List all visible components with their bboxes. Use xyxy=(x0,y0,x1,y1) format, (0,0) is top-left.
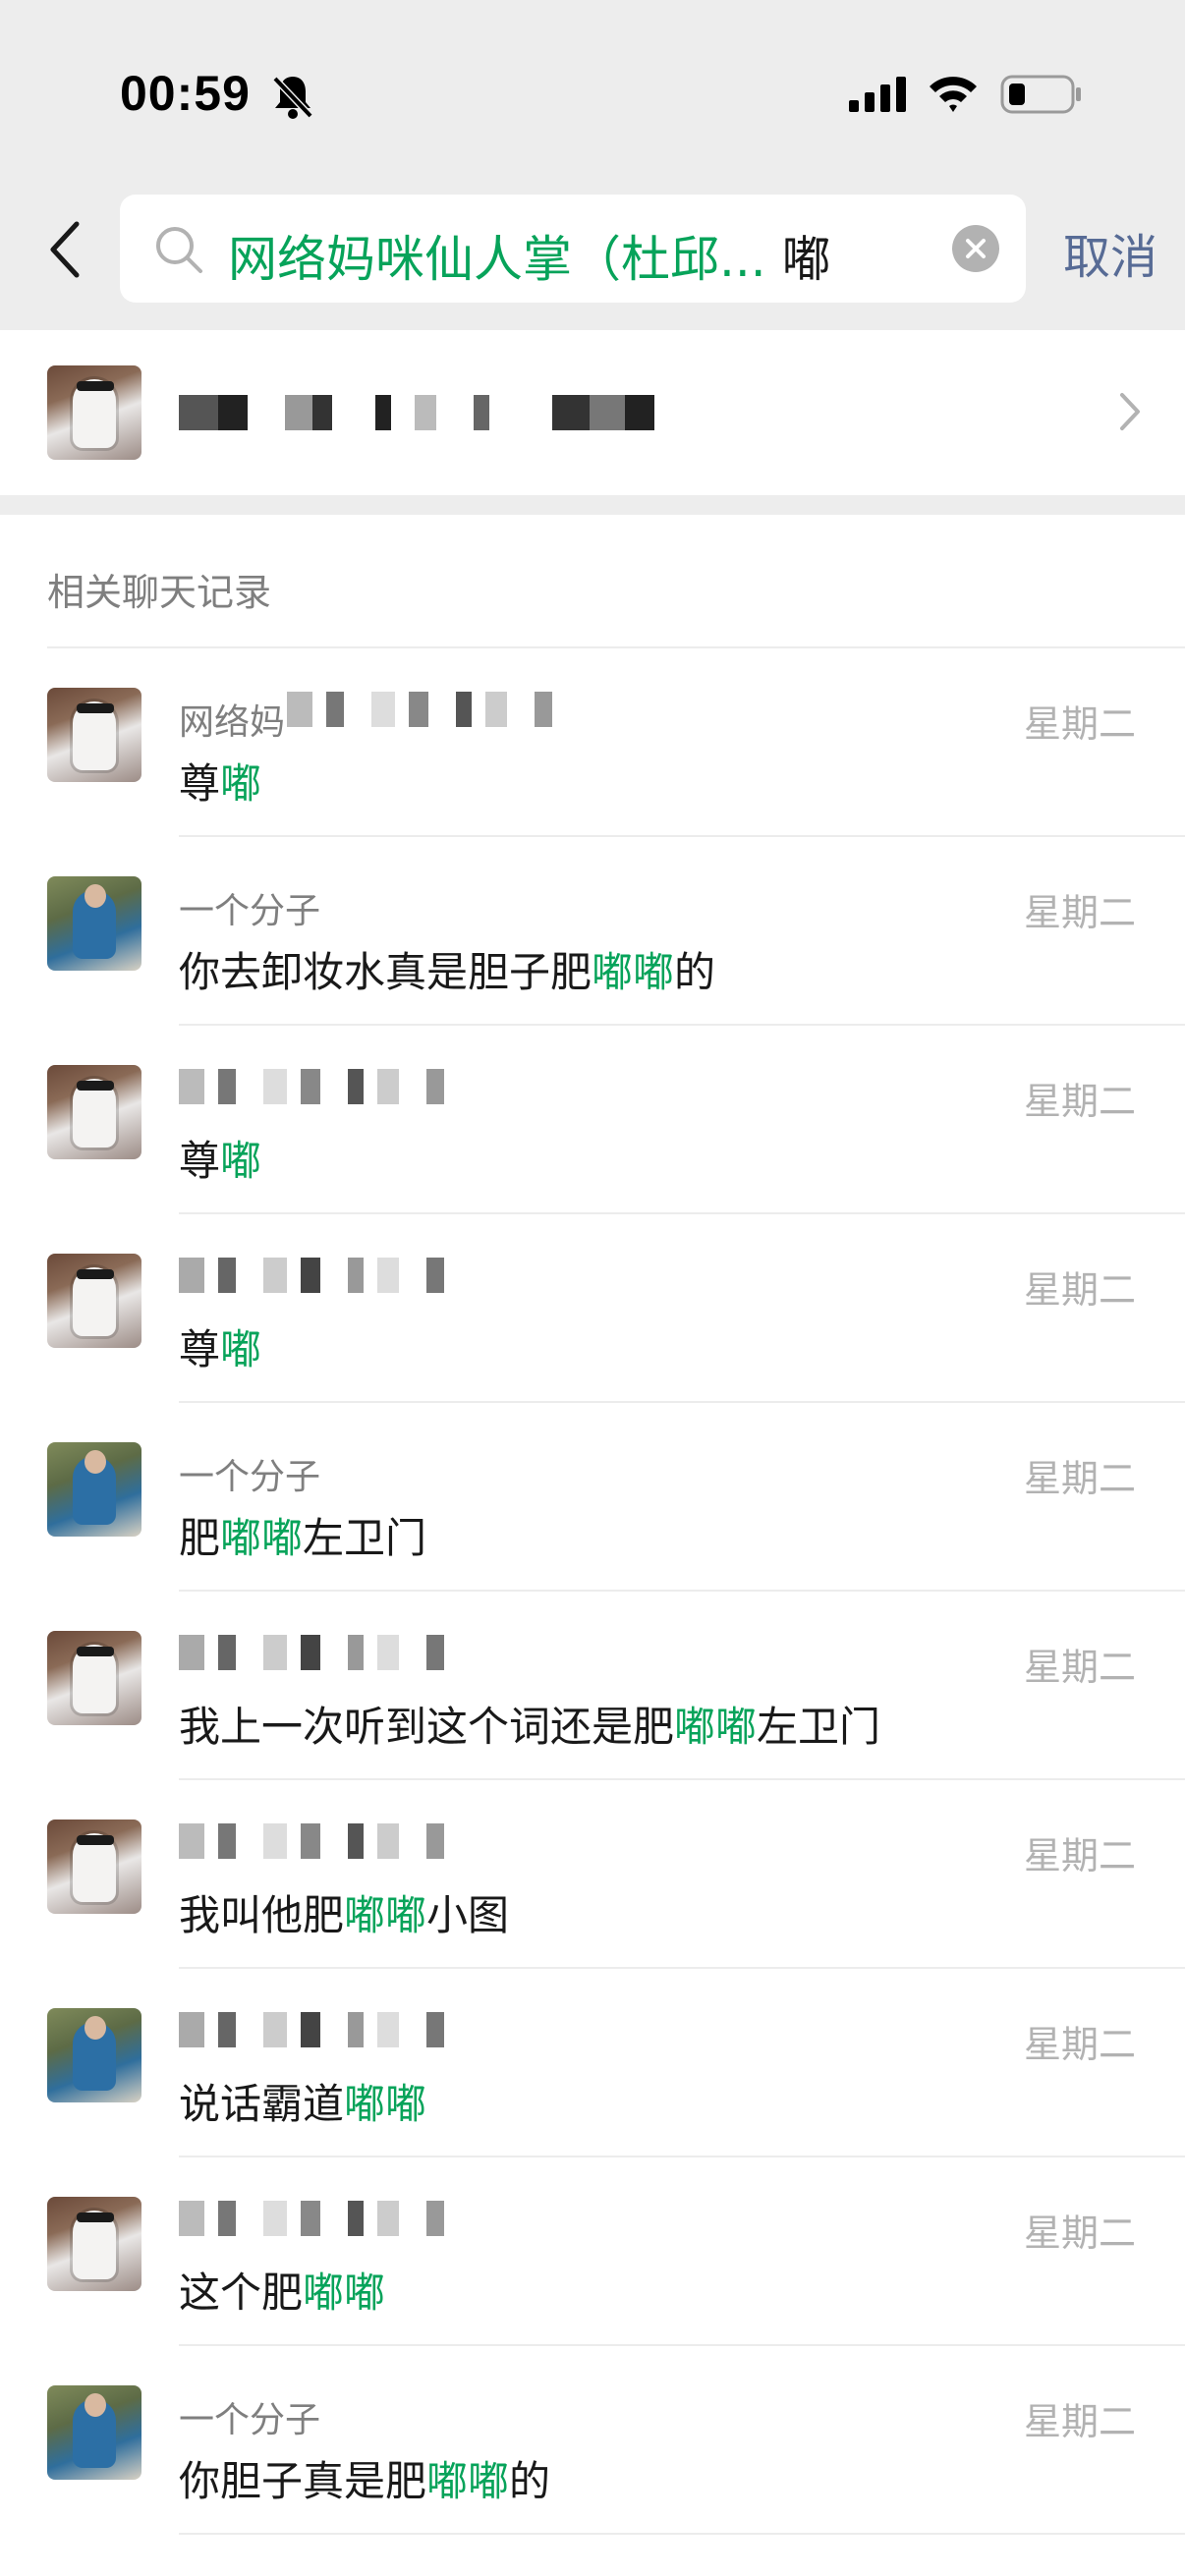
snippet-text: 尊 xyxy=(179,1137,221,1185)
chat-record-row[interactable]: 星期二说话霸道嘟嘟 xyxy=(0,1969,1185,2157)
message-date: 星期二 xyxy=(1023,1457,1136,1500)
message-snippet: 肥嘟嘟左卫门 xyxy=(179,1505,426,1565)
message-snippet: 我叫他肥嘟嘟小图 xyxy=(179,1882,509,1942)
back-chevron-icon[interactable] xyxy=(47,218,86,281)
message-snippet: 尊嘟 xyxy=(179,1316,261,1376)
snippet-keyword-highlight: 嘟 xyxy=(220,1137,262,1185)
snippet-keyword-highlight: 嘟 xyxy=(220,759,262,808)
status-bar: 00:59 xyxy=(0,0,1185,187)
message-date: 星期二 xyxy=(1023,2400,1136,2443)
cancel-button[interactable]: 取消 xyxy=(1063,218,1157,287)
snippet-keyword-highlight: 嘟嘟 xyxy=(674,1703,758,1751)
avatar xyxy=(47,1631,141,1725)
avatar xyxy=(47,2197,141,2291)
search-input[interactable]: 网络妈咪仙人掌（杜邱... 嘟 xyxy=(120,195,1026,303)
message-date: 星期二 xyxy=(1023,702,1136,746)
snippet-text: 说话霸道 xyxy=(179,2080,345,2128)
snippet-text: 你胆子真是肥 xyxy=(179,2457,427,2505)
snippet-keyword-highlight: 嘟 xyxy=(220,1325,262,1373)
avatar xyxy=(47,365,141,460)
avatar xyxy=(47,1442,141,1537)
search-query: 网络妈咪仙人掌（杜邱... 嘟 xyxy=(228,220,831,291)
snippet-keyword-highlight: 嘟嘟 xyxy=(426,2457,510,2505)
snippet-text: 肥 xyxy=(179,1514,221,1562)
avatar xyxy=(47,2385,141,2480)
message-date: 星期二 xyxy=(1023,891,1136,934)
search-icon xyxy=(156,227,202,273)
silent-bell-icon xyxy=(272,76,313,119)
message-snippet: 我上一次听到这个词还是肥嘟嘟左卫门 xyxy=(179,1694,880,1754)
message-date: 星期二 xyxy=(1023,2023,1136,2066)
snippet-text: 尊 xyxy=(179,759,221,808)
snippet-text: 左卫门 xyxy=(303,1514,427,1562)
message-snippet: 这个肥嘟嘟 xyxy=(179,2260,385,2320)
avatar xyxy=(47,876,141,971)
chevron-right-icon xyxy=(1120,393,1140,430)
chat-record-row[interactable]: 星期二我上一次听到这个词还是肥嘟嘟左卫门 xyxy=(0,1592,1185,1780)
wifi-icon xyxy=(930,77,977,112)
clear-icon[interactable] xyxy=(951,224,1000,273)
avatar xyxy=(47,2008,141,2102)
section-divider xyxy=(0,495,1185,515)
snippet-text: 我叫他肥 xyxy=(179,1891,345,1939)
cellular-signal-icon xyxy=(849,77,906,112)
search-query-contact: 网络妈咪仙人掌（杜邱... xyxy=(228,231,766,288)
status-time: 00:59 xyxy=(120,66,251,121)
sender-name: 一个分子 xyxy=(179,2400,321,2440)
chat-record-row[interactable]: 一个分子 星期二你去卸妆水真是胆子肥嘟嘟的 xyxy=(0,837,1185,1026)
chat-record-row[interactable]: 一个分子 星期二肥嘟嘟左卫门 xyxy=(0,1403,1185,1592)
chat-record-row[interactable]: 星期二尊嘟 xyxy=(0,1214,1185,1403)
message-snippet: 尊嘟 xyxy=(179,751,261,811)
snippet-keyword-highlight: 嘟嘟 xyxy=(592,948,675,996)
snippet-text: 这个肥 xyxy=(179,2268,304,2317)
snippet-text: 的 xyxy=(674,948,716,996)
chat-record-row[interactable]: 网络妈 星期二尊嘟 xyxy=(0,648,1185,837)
snippet-keyword-highlight: 嘟嘟 xyxy=(344,2080,427,2128)
snippet-keyword-highlight: 嘟嘟 xyxy=(344,1891,427,1939)
snippet-text: 小图 xyxy=(426,1891,510,1939)
avatar xyxy=(47,688,141,782)
message-snippet: 你去卸妆水真是胆子肥嘟嘟的 xyxy=(179,939,715,999)
chat-record-row[interactable]: 星期二我叫他肥嘟嘟小图 xyxy=(0,1780,1185,1969)
battery-icon xyxy=(1000,75,1081,114)
sender-name: 一个分子 xyxy=(179,1457,321,1497)
message-date: 星期二 xyxy=(1023,1268,1136,1312)
snippet-text: 你去卸妆水真是胆子肥 xyxy=(179,948,592,996)
section-title: 相关聊天记录 xyxy=(47,571,272,614)
message-date: 星期二 xyxy=(1023,1080,1136,1123)
message-date: 星期二 xyxy=(1023,1834,1136,1877)
snippet-text: 左卫门 xyxy=(757,1703,881,1751)
snippet-text: 我上一次听到这个词还是肥 xyxy=(179,1703,675,1751)
chat-record-row[interactable]: 星期二这个肥嘟嘟 xyxy=(0,2157,1185,2346)
message-snippet: 你胆子真是肥嘟嘟的 xyxy=(179,2448,550,2508)
snippet-text: 尊 xyxy=(179,1325,221,1373)
avatar xyxy=(47,1820,141,1914)
avatar xyxy=(47,1065,141,1159)
avatar xyxy=(47,1254,141,1348)
divider xyxy=(179,2533,1185,2535)
top-bar: 00:59 网络妈咪仙人掌（杜邱... 嘟 取消 xyxy=(0,0,1185,330)
chat-record-row[interactable]: 一个分子 星期二你胆子真是肥嘟嘟的 xyxy=(0,2346,1185,2535)
sender-name: 网络妈 xyxy=(179,702,286,743)
message-date: 星期二 xyxy=(1023,2212,1136,2255)
snippet-keyword-highlight: 嘟嘟 xyxy=(303,2268,386,2317)
search-query-keyword: 嘟 xyxy=(765,231,831,288)
message-snippet: 说话霸道嘟嘟 xyxy=(179,2071,426,2131)
chat-record-row[interactable]: 星期二尊嘟 xyxy=(0,1026,1185,1214)
message-snippet: 尊嘟 xyxy=(179,1128,261,1188)
snippet-text: 的 xyxy=(509,2457,551,2505)
message-date: 星期二 xyxy=(1023,1646,1136,1689)
sender-name: 一个分子 xyxy=(179,891,321,931)
snippet-keyword-highlight: 嘟嘟 xyxy=(220,1514,304,1562)
contact-result[interactable] xyxy=(0,330,1185,495)
